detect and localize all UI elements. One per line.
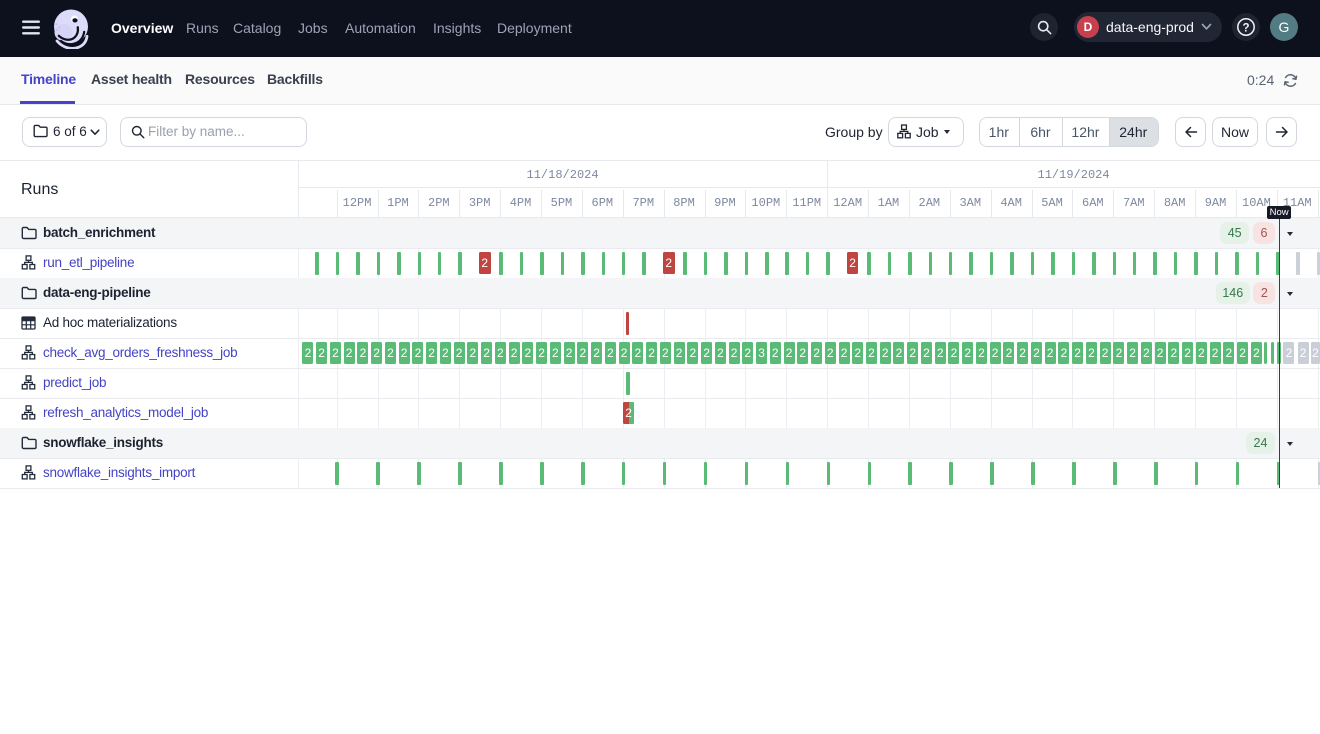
svg-text:?: ? [1242, 22, 1249, 34]
